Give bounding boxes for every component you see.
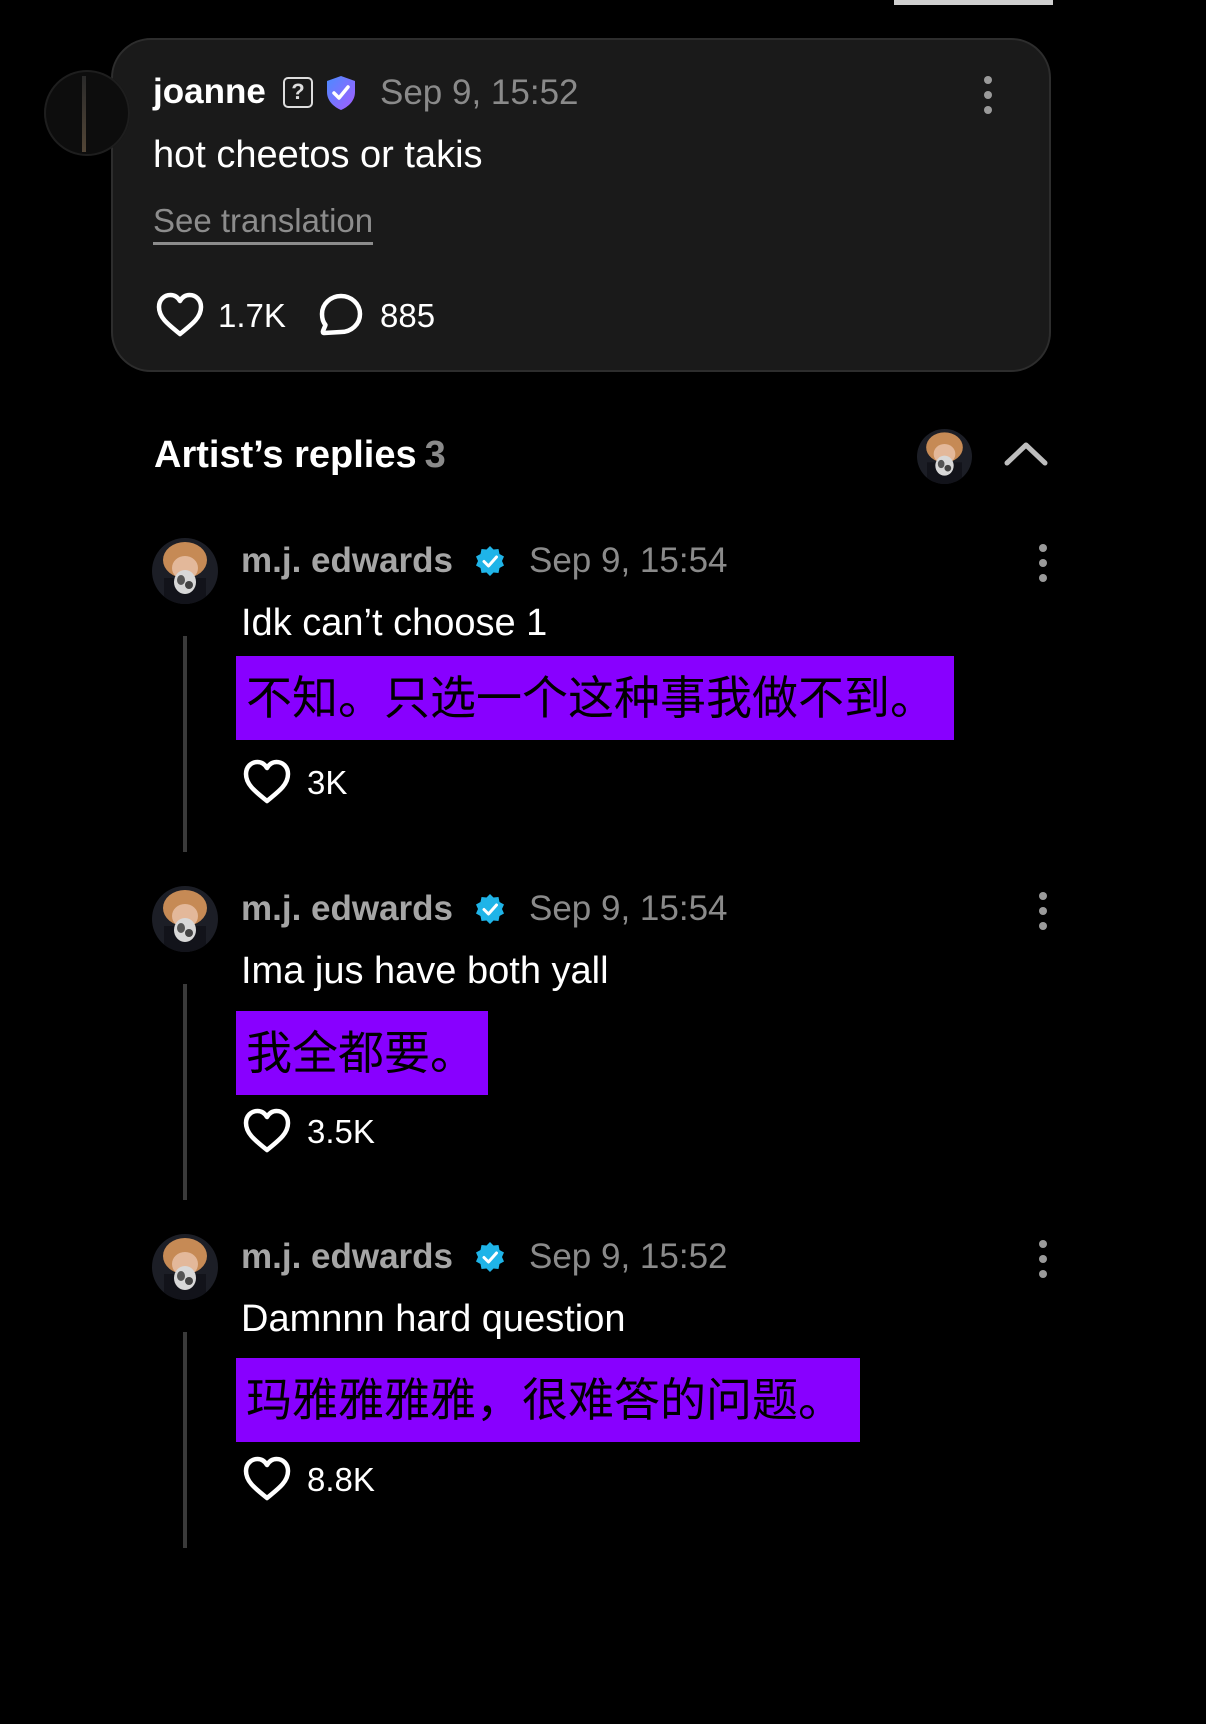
comment-count: 885: [380, 297, 436, 334]
verified-icon: [476, 546, 504, 576]
reply-avatar[interactable]: [152, 1234, 218, 1300]
verified-icon: [476, 894, 504, 924]
more-options-icon[interactable]: [1038, 1240, 1048, 1280]
artist-avatar[interactable]: [917, 429, 972, 484]
more-options-icon[interactable]: [983, 76, 993, 116]
reply-avatar[interactable]: [152, 538, 218, 604]
chevron-up-icon[interactable]: [1003, 438, 1049, 468]
help-icon[interactable]: ?: [283, 77, 313, 108]
reply-username[interactable]: m.j. edwards: [241, 1237, 453, 1277]
reply-text: Idk can’t choose 1: [241, 602, 548, 644]
thread-line: [183, 636, 187, 852]
artist-replies-title: Artist’s replies 3: [154, 434, 446, 477]
reply-username[interactable]: m.j. edwards: [241, 541, 453, 581]
reply-timestamp: Sep 9, 15:52: [529, 1237, 728, 1276]
more-options-icon[interactable]: [1038, 892, 1048, 932]
comment-icon[interactable]: [318, 292, 364, 338]
reply-text: Damnnn hard question: [241, 1298, 626, 1340]
see-translation-link[interactable]: See translation: [153, 202, 374, 245]
post-text: hot cheetos or takis: [153, 134, 483, 176]
reply-timestamp: Sep 9, 15:54: [529, 541, 728, 580]
translation-overlay: 玛雅雅雅雅，很难答的问题。: [236, 1358, 860, 1442]
heart-icon[interactable]: [242, 1456, 292, 1502]
like-count: 1.7K: [218, 297, 286, 334]
reply-timestamp: Sep 9, 15:54: [529, 889, 728, 928]
reply-text: Ima jus have both yall: [241, 950, 609, 992]
avatar[interactable]: [44, 70, 130, 156]
translation-overlay: 不知。只选一个这种事我做不到。: [236, 656, 954, 740]
heart-icon[interactable]: [155, 292, 205, 338]
artist-replies-label: Artist’s replies: [154, 434, 417, 476]
thread-line: [183, 1332, 187, 1548]
like-count: 3K: [307, 764, 348, 801]
heart-icon[interactable]: [242, 1108, 292, 1154]
more-options-icon[interactable]: [1038, 544, 1048, 584]
shield-verified-icon: [327, 76, 355, 110]
post-timestamp: Sep 9, 15:52: [380, 73, 579, 112]
artist-replies-count: 3: [424, 434, 446, 476]
thread-line: [183, 984, 187, 1200]
verified-icon: [476, 1242, 504, 1272]
top-divider: [894, 0, 1053, 5]
like-count: 8.8K: [307, 1461, 375, 1498]
heart-icon[interactable]: [242, 759, 292, 805]
reply-username[interactable]: m.j. edwards: [241, 889, 453, 929]
like-count: 3.5K: [307, 1113, 375, 1150]
post-username[interactable]: joanne: [153, 72, 266, 112]
reply-avatar[interactable]: [152, 886, 218, 952]
translation-overlay: 我全都要。: [236, 1011, 488, 1095]
